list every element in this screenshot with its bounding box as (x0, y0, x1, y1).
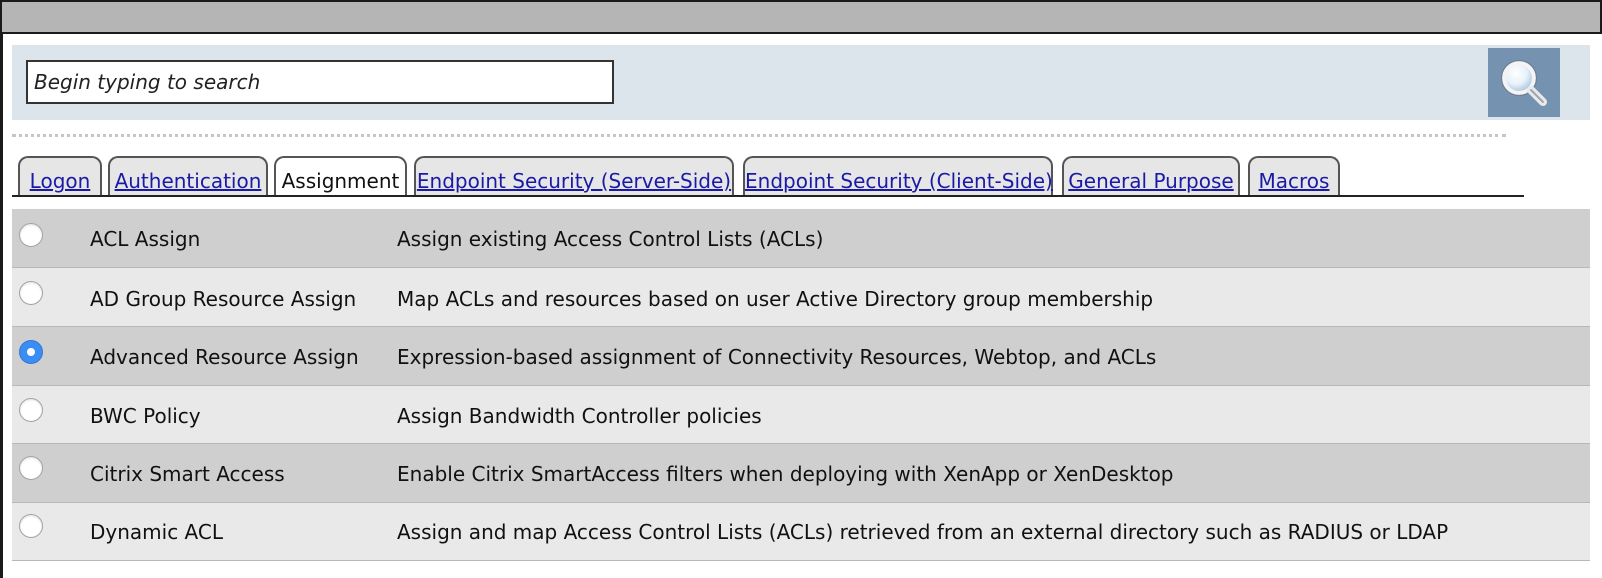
list-item[interactable]: Citrix Smart Access Enable Citrix SmartA… (12, 444, 1590, 503)
radio-button[interactable] (19, 398, 43, 422)
item-name: Dynamic ACL (90, 520, 223, 544)
item-name: ACL Assign (90, 227, 201, 251)
item-description: Assign Bandwidth Controller policies (397, 404, 762, 428)
item-description: Map ACLs and resources based on user Act… (397, 287, 1154, 311)
tab-logon[interactable]: Logon (18, 156, 102, 196)
item-name: Advanced Resource Assign (90, 345, 359, 369)
section-divider (12, 134, 1506, 137)
search-input[interactable] (26, 60, 614, 104)
search-panel (12, 45, 1590, 120)
list-item[interactable]: ACL Assign Assign existing Access Contro… (12, 209, 1590, 268)
search-button[interactable] (1488, 48, 1560, 117)
tab-endpoint-security-client-side[interactable]: Endpoint Security (Client-Side) (743, 156, 1053, 196)
item-name: BWC Policy (90, 404, 201, 428)
magnifier-icon (1500, 59, 1547, 106)
tab-endpoint-security-server-side[interactable]: Endpoint Security (Server-Side) (414, 156, 734, 196)
list-item[interactable]: AD Group Resource Assign Map ACLs and re… (12, 268, 1590, 327)
item-name: AD Group Resource Assign (90, 287, 357, 311)
list-item[interactable]: Dynamic ACL Assign and map Access Contro… (12, 503, 1590, 561)
item-description: Enable Citrix SmartAccess filters when d… (397, 462, 1174, 486)
item-list: ACL Assign Assign existing Access Contro… (12, 209, 1590, 561)
tab-general-purpose[interactable]: General Purpose (1062, 156, 1240, 196)
radio-button[interactable] (19, 281, 43, 305)
window-title-bar (0, 0, 1602, 34)
window-left-border (0, 34, 3, 578)
radio-button[interactable] (19, 456, 43, 480)
radio-button-selected[interactable] (19, 340, 43, 364)
item-description: Assign existing Access Control Lists (AC… (397, 227, 824, 251)
radio-button[interactable] (19, 223, 43, 247)
list-item[interactable]: BWC Policy Assign Bandwidth Controller p… (12, 386, 1590, 444)
tab-bar-baseline (12, 195, 1524, 197)
list-item[interactable]: Advanced Resource Assign Expression-base… (12, 327, 1590, 386)
item-name: Citrix Smart Access (90, 462, 285, 486)
item-description: Expression-based assignment of Connectiv… (397, 345, 1157, 369)
tab-macros[interactable]: Macros (1248, 156, 1340, 196)
radio-button[interactable] (19, 514, 43, 538)
tab-assignment[interactable]: Assignment (274, 156, 407, 197)
item-description: Assign and map Access Control Lists (ACL… (397, 520, 1449, 544)
tab-authentication[interactable]: Authentication (108, 156, 268, 196)
